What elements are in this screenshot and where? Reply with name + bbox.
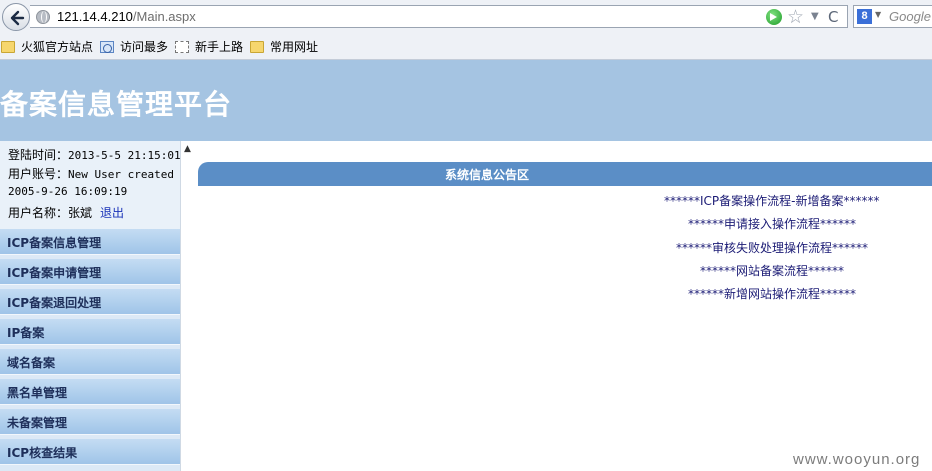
menu-item-blacklist-management[interactable]: 黑名单管理 xyxy=(0,379,180,405)
notice-link-website-filing[interactable]: ******网站备案流程****** xyxy=(700,262,844,279)
search-placeholder: Google xyxy=(889,9,931,24)
bookmark-label: 新手上路 xyxy=(195,40,244,54)
search-engine-dropdown-icon[interactable]: ▼ xyxy=(875,10,881,19)
logout-link[interactable]: 退出 xyxy=(100,206,124,220)
url-host: 121.14.4.210 xyxy=(57,9,133,24)
account-label: 用户账号： xyxy=(8,167,69,181)
login-time-label: 登陆时间： xyxy=(8,148,69,162)
bookmark-star-icon[interactable]: ☆ xyxy=(787,6,804,28)
bookmark-label: 访问最多 xyxy=(120,40,169,54)
user-name-value: 张斌 xyxy=(68,206,93,220)
search-box[interactable]: 8 ▼ Google xyxy=(853,5,932,28)
notice-link-icp-new-filing[interactable]: ******ICP备案操作流程-新增备案****** xyxy=(664,192,880,209)
menu-item-label: 域名备案 xyxy=(7,356,56,370)
folder-icon xyxy=(250,41,264,53)
menu-item-icp-return-processing[interactable]: ICP备案退回处理 xyxy=(0,289,180,315)
bookmark-getting-started[interactable]: 新手上路 xyxy=(175,38,247,56)
page-title: 备案信息管理平台 xyxy=(0,88,233,121)
created-date: 2005-9-26 16:09:19 xyxy=(8,185,128,198)
sidebar: 登陆时间：2013-5-5 21:15:01 用户账号：New User cre… xyxy=(0,141,181,471)
history-dropdown-icon[interactable]: ▼ xyxy=(811,8,819,26)
go-icon[interactable] xyxy=(766,9,782,25)
search-engine-icon[interactable]: 8 xyxy=(857,9,872,24)
user-name-line: 用户名称：张斌 退出 xyxy=(8,204,124,221)
menu-item-label: IP备案 xyxy=(7,326,45,340)
dashed-page-icon xyxy=(175,41,189,53)
back-arrow-icon xyxy=(10,10,25,26)
menu-item-label: ICP备案申请管理 xyxy=(7,266,102,280)
folder-icon xyxy=(1,41,15,53)
login-time-value: 2013-5-5 21:15:01 xyxy=(68,149,181,162)
menu-item-icp-check-results[interactable]: ICP核查结果 xyxy=(0,439,180,465)
address-bar[interactable]: 121.14.4.210/Main.aspx ☆ ▼ C xyxy=(30,5,848,28)
user-info-panel: 登陆时间：2013-5-5 21:15:01 用户账号：New User cre… xyxy=(0,141,181,229)
url-path: /Main.aspx xyxy=(132,9,196,24)
bookmark-firefox-official[interactable]: 火狐官方站点 xyxy=(1,38,96,56)
menu-item-unfiled-management[interactable]: 未备案管理 xyxy=(0,409,180,435)
reload-icon[interactable]: C xyxy=(828,7,838,27)
notice-header: 系统信息公告区 xyxy=(198,162,932,186)
login-time-line: 登陆时间：2013-5-5 21:15:01 xyxy=(8,146,181,163)
user-name-label: 用户名称： xyxy=(8,206,69,220)
notice-link-audit-failure[interactable]: ******审核失败处理操作流程****** xyxy=(676,239,868,256)
bookmark-label: 常用网址 xyxy=(270,40,319,54)
menu-item-label: ICP备案退回处理 xyxy=(7,296,102,310)
watermark: www.wooyun.org xyxy=(793,451,921,468)
bookmark-common-sites[interactable]: 常用网址 xyxy=(250,38,322,56)
frame-divider-scrollbar[interactable]: ▲ xyxy=(180,141,197,471)
notice-link-apply-access[interactable]: ******申请接入操作流程****** xyxy=(688,215,856,232)
menu-item-label: 未备案管理 xyxy=(7,416,68,430)
menu-item-label: 黑名单管理 xyxy=(7,386,68,400)
browser-nav-bar: 121.14.4.210/Main.aspx ☆ ▼ C 8 ▼ Google xyxy=(0,0,932,34)
menu-item-label: ICP核查结果 xyxy=(7,446,78,460)
menu-item-ip-filing[interactable]: IP备案 xyxy=(0,319,180,345)
globe-icon xyxy=(36,10,50,24)
menu-item-icp-info-management[interactable]: ICP备案信息管理 xyxy=(0,229,180,255)
menu-item-label: ICP备案信息管理 xyxy=(7,236,102,250)
notice-link-add-website[interactable]: ******新增网站操作流程****** xyxy=(688,285,856,302)
bookmarks-toolbar: 火狐官方站点 访问最多 新手上路 常用网址 xyxy=(0,34,932,60)
bookmark-most-visited[interactable]: 访问最多 xyxy=(100,38,172,56)
menu-item-domain-filing[interactable]: 域名备案 xyxy=(0,349,180,375)
header-banner: 备案信息管理平台 xyxy=(0,60,932,141)
menu-item-icp-application-management[interactable]: ICP备案申请管理 xyxy=(0,259,180,285)
most-visited-icon xyxy=(100,41,114,53)
bookmark-label: 火狐官方站点 xyxy=(21,40,94,54)
url-text[interactable]: 121.14.4.210/Main.aspx xyxy=(57,9,196,24)
back-button[interactable] xyxy=(2,3,30,31)
account-value: New User created xyxy=(68,168,174,181)
notice-title: 系统信息公告区 xyxy=(445,168,530,182)
account-line: 用户账号：New User created xyxy=(8,165,174,182)
scroll-up-arrow-icon[interactable]: ▲ xyxy=(184,144,191,154)
